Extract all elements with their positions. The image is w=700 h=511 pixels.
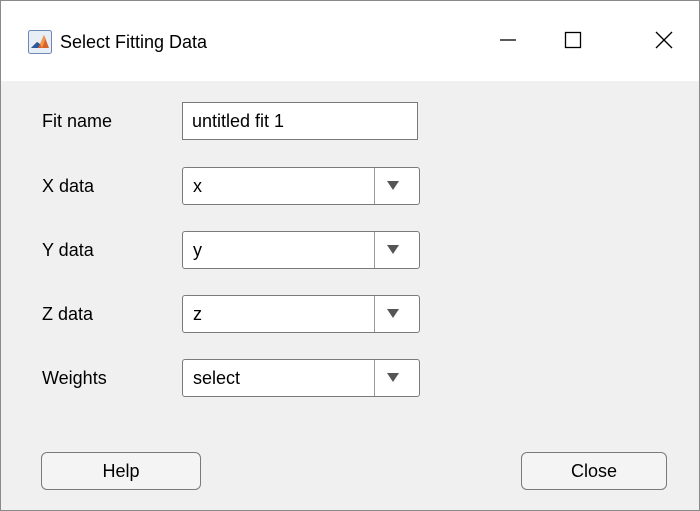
z-data-label: Z data bbox=[42, 304, 94, 324]
chevron-down-icon[interactable] bbox=[387, 309, 399, 318]
close-icon bbox=[655, 31, 673, 49]
x-data-value: x bbox=[193, 176, 202, 196]
x-data-label: X data bbox=[42, 176, 95, 196]
close-window-button[interactable] bbox=[642, 20, 686, 60]
weights-dropdown[interactable]: select bbox=[182, 359, 420, 397]
y-data-label: Y data bbox=[42, 240, 94, 260]
minimize-icon bbox=[500, 39, 516, 41]
close-button[interactable]: Close bbox=[521, 452, 667, 490]
window-title: Select Fitting Data bbox=[60, 32, 208, 52]
x-data-dropdown[interactable]: x bbox=[182, 167, 420, 205]
chevron-down-icon[interactable] bbox=[387, 245, 399, 254]
y-data-dropdown[interactable]: y bbox=[182, 231, 420, 269]
dropdown-divider bbox=[374, 232, 375, 268]
fit-name-input[interactable] bbox=[182, 102, 418, 140]
title-bar[interactable]: Select Fitting Data bbox=[1, 1, 699, 81]
help-button[interactable]: Help bbox=[41, 452, 201, 490]
weights-value: select bbox=[193, 368, 241, 388]
maximize-button[interactable] bbox=[551, 20, 595, 60]
select-fitting-data-dialog: Select Fitting Data Fit name X data x Y … bbox=[0, 0, 700, 511]
weights-label: Weights bbox=[42, 368, 107, 388]
z-data-dropdown[interactable]: z bbox=[182, 295, 420, 333]
fit-name-label: Fit name bbox=[42, 111, 113, 131]
chevron-down-icon[interactable] bbox=[387, 181, 399, 190]
matlab-icon bbox=[28, 30, 52, 54]
maximize-icon bbox=[564, 31, 582, 49]
minimize-button[interactable] bbox=[486, 20, 530, 60]
y-data-value: y bbox=[193, 240, 202, 260]
dropdown-divider bbox=[374, 168, 375, 204]
dropdown-divider bbox=[374, 360, 375, 396]
dropdown-divider bbox=[374, 296, 375, 332]
chevron-down-icon[interactable] bbox=[387, 373, 399, 382]
z-data-value: z bbox=[193, 304, 202, 324]
